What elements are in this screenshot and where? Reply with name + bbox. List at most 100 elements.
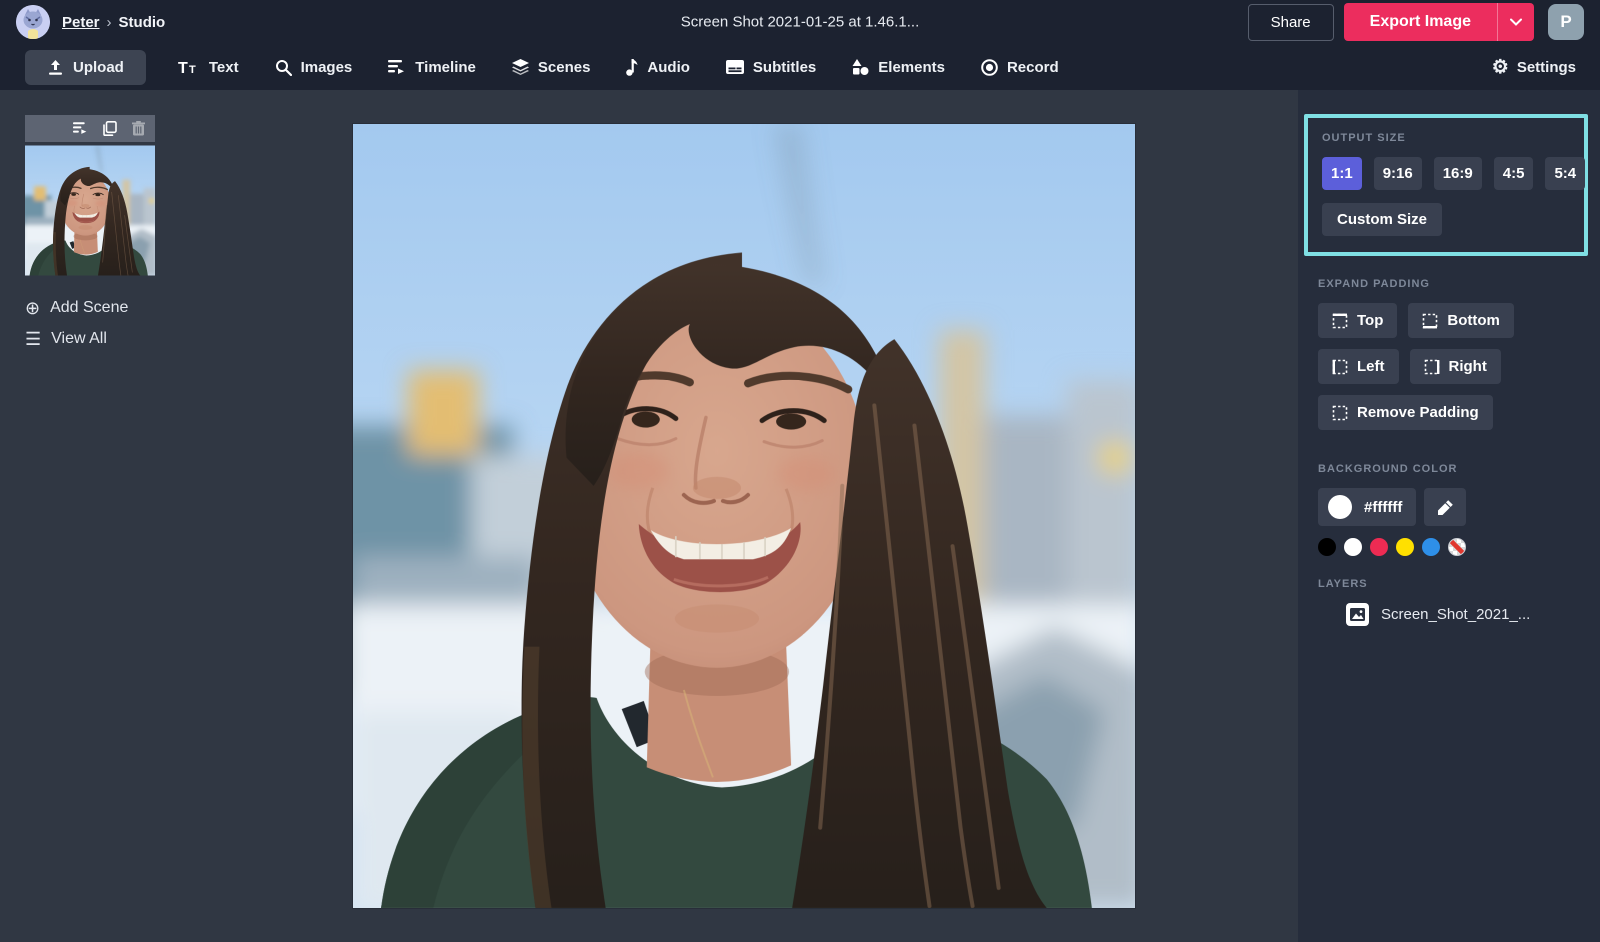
output-size-section: OUTPUT SIZE 1:1 9:16 16:9 4:5 5:4 Custom… bbox=[1304, 114, 1588, 256]
scenes-icon bbox=[512, 59, 529, 75]
properties-panel: OUTPUT SIZE 1:1 9:16 16:9 4:5 5:4 Custom… bbox=[1298, 90, 1600, 942]
export-image-button[interactable]: Export Image bbox=[1344, 3, 1534, 41]
canvas-frame[interactable] bbox=[353, 124, 1135, 908]
canvas-image[interactable] bbox=[353, 124, 1135, 908]
remove-padding-button[interactable]: Remove Padding bbox=[1318, 395, 1493, 430]
main-area: ⊕ Add Scene ☰ View All OUTPUT SIZE 1:1 9… bbox=[0, 90, 1600, 942]
export-image-label[interactable]: Export Image bbox=[1344, 3, 1497, 41]
chevron-down-icon bbox=[1510, 18, 1522, 26]
tab-upload[interactable]: Upload bbox=[25, 50, 146, 85]
image-layer-icon bbox=[1346, 603, 1369, 626]
swatch-yellow[interactable] bbox=[1396, 538, 1414, 556]
ratio-4-5-button[interactable]: 4:5 bbox=[1494, 157, 1534, 190]
current-color-dot bbox=[1328, 495, 1352, 519]
expand-padding-heading: EXPAND PADDING bbox=[1318, 278, 1588, 290]
breadcrumb-user-link[interactable]: Peter bbox=[62, 14, 100, 31]
swatch-black[interactable] bbox=[1318, 538, 1336, 556]
scene-card-toolbar bbox=[25, 115, 155, 142]
scene-thumbnail[interactable] bbox=[25, 142, 155, 279]
settings-label: Settings bbox=[1517, 59, 1576, 76]
layer-item[interactable]: Screen_Shot_2021_... bbox=[1346, 603, 1588, 626]
output-size-heading: OUTPUT SIZE bbox=[1322, 132, 1572, 144]
svg-text:T: T bbox=[189, 64, 196, 75]
tab-elements[interactable]: Elements bbox=[852, 59, 945, 76]
account-avatar[interactable]: P bbox=[1548, 4, 1584, 40]
canvas-workspace[interactable] bbox=[190, 90, 1298, 942]
view-all-button[interactable]: ☰ View All bbox=[25, 330, 190, 348]
tab-audio[interactable]: Audio bbox=[626, 59, 690, 76]
upload-icon bbox=[47, 59, 64, 76]
tab-timeline[interactable]: Timeline bbox=[388, 59, 476, 76]
tab-upload-label: Upload bbox=[73, 59, 124, 76]
layers-heading: LAYERS bbox=[1318, 578, 1588, 590]
tab-images[interactable]: Images bbox=[275, 59, 353, 76]
background-color-heading: BACKGROUND COLOR bbox=[1318, 463, 1588, 475]
export-dropdown-toggle[interactable] bbox=[1497, 3, 1534, 41]
editor-toolbar: Upload T T Text Images Timeline bbox=[0, 44, 1600, 90]
cat-avatar-icon bbox=[16, 5, 50, 39]
list-icon: ☰ bbox=[25, 330, 41, 348]
color-picker-button[interactable]: #ffffff bbox=[1318, 488, 1416, 526]
swatch-blue[interactable] bbox=[1422, 538, 1440, 556]
add-scene-label: Add Scene bbox=[50, 299, 128, 317]
workspace-avatar[interactable] bbox=[16, 5, 50, 39]
pad-bottom-button[interactable]: Bottom bbox=[1408, 303, 1514, 338]
add-circle-icon: ⊕ bbox=[25, 299, 40, 317]
document-title[interactable]: Screen Shot 2021-01-25 at 1.46.1... bbox=[681, 14, 920, 31]
pad-bottom-icon bbox=[1422, 313, 1438, 329]
color-hex-value: #ffffff bbox=[1364, 499, 1402, 516]
tab-record-label: Record bbox=[1007, 59, 1059, 76]
pad-left-label: Left bbox=[1357, 358, 1385, 375]
custom-size-button[interactable]: Custom Size bbox=[1322, 203, 1442, 236]
audio-note-icon bbox=[626, 59, 638, 76]
swatch-red[interactable] bbox=[1370, 538, 1388, 556]
kapwing-studio-app: Peter › Studio Screen Shot 2021-01-25 at… bbox=[0, 0, 1600, 942]
tab-record[interactable]: Record bbox=[981, 59, 1059, 76]
share-button[interactable]: Share bbox=[1248, 4, 1334, 41]
reorder-scene-icon[interactable] bbox=[73, 122, 88, 135]
subtitles-icon bbox=[726, 60, 744, 74]
breadcrumb-page: Studio bbox=[119, 14, 166, 31]
tab-subtitles[interactable]: Subtitles bbox=[726, 59, 816, 76]
eyedropper-icon bbox=[1437, 499, 1454, 516]
pad-top-icon bbox=[1332, 313, 1348, 329]
eyedropper-button[interactable] bbox=[1424, 488, 1466, 526]
delete-scene-icon[interactable] bbox=[132, 121, 145, 136]
pad-right-label: Right bbox=[1449, 358, 1487, 375]
ratio-16-9-button[interactable]: 16:9 bbox=[1434, 157, 1482, 190]
view-all-label: View All bbox=[51, 330, 107, 348]
ratio-1-1-button[interactable]: 1:1 bbox=[1322, 157, 1362, 190]
tab-text[interactable]: T T Text bbox=[178, 59, 239, 76]
swatch-transparent[interactable] bbox=[1448, 538, 1466, 556]
top-bar-actions: Share Export Image P bbox=[1248, 3, 1584, 41]
layers-section: LAYERS Screen_Shot_2021_... bbox=[1298, 556, 1600, 626]
swatch-white[interactable] bbox=[1344, 538, 1362, 556]
search-icon bbox=[275, 59, 292, 76]
pad-left-button[interactable]: Left bbox=[1318, 349, 1399, 384]
tab-elements-label: Elements bbox=[878, 59, 945, 76]
tab-subtitles-label: Subtitles bbox=[753, 59, 816, 76]
top-bar: Peter › Studio Screen Shot 2021-01-25 at… bbox=[0, 0, 1600, 44]
record-icon bbox=[981, 59, 998, 76]
tab-scenes[interactable]: Scenes bbox=[512, 59, 591, 76]
pad-right-button[interactable]: Right bbox=[1410, 349, 1501, 384]
duplicate-scene-icon[interactable] bbox=[103, 121, 117, 136]
add-scene-button[interactable]: ⊕ Add Scene bbox=[25, 299, 190, 317]
remove-padding-label: Remove Padding bbox=[1357, 404, 1479, 421]
ratio-5-4-button[interactable]: 5:4 bbox=[1545, 157, 1585, 190]
timeline-icon bbox=[388, 60, 406, 75]
pad-top-button[interactable]: Top bbox=[1318, 303, 1397, 338]
tab-scenes-label: Scenes bbox=[538, 59, 591, 76]
pad-bottom-label: Bottom bbox=[1447, 312, 1500, 329]
elements-icon bbox=[852, 59, 869, 75]
ratio-9-16-button[interactable]: 9:16 bbox=[1374, 157, 1422, 190]
aspect-ratio-options: 1:1 9:16 16:9 4:5 5:4 bbox=[1322, 157, 1572, 190]
scenes-sidebar: ⊕ Add Scene ☰ View All bbox=[0, 90, 190, 942]
tab-images-label: Images bbox=[301, 59, 353, 76]
gear-icon: ⚙ bbox=[1492, 58, 1509, 77]
tab-text-label: Text bbox=[209, 59, 239, 76]
settings-button[interactable]: ⚙ Settings bbox=[1492, 58, 1576, 77]
scene-card bbox=[25, 115, 155, 279]
breadcrumb: Peter › Studio bbox=[62, 14, 165, 31]
text-icon: T T bbox=[178, 59, 200, 75]
